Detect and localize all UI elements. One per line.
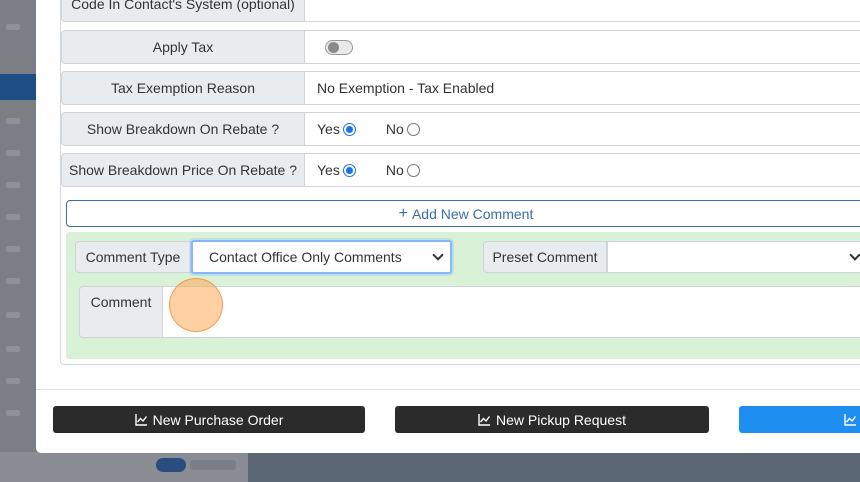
background-item [6, 312, 20, 318]
add-comment-label: Add New Comment [411, 205, 534, 222]
breakdown-price-no-radio[interactable] [406, 163, 420, 177]
background-active-item [0, 74, 36, 100]
code-label: Code In Contact's System (optional) [61, 0, 305, 22]
breakdown-price-yes-radio[interactable] [342, 163, 356, 177]
apply-tax-label: Apply Tax [61, 30, 305, 64]
background-item [6, 24, 20, 30]
comment-textarea[interactable] [162, 286, 860, 338]
chevron-down-icon [432, 249, 444, 261]
chart-line-icon [134, 413, 147, 426]
background-item [6, 378, 20, 384]
comment-type-label: Comment Type [75, 241, 191, 273]
breakdown-rebate-row: Show Breakdown On Rebate ? Yes No [61, 112, 860, 146]
new-pickup-request-label: New Pickup Request [496, 411, 626, 428]
background-footer [0, 452, 860, 482]
chart-line-icon [844, 413, 857, 426]
comment-type-value: Contact Office Only Comments [209, 249, 402, 265]
background-text [190, 460, 236, 470]
modal-body: Code In Contact's System (optional) Appl… [36, 0, 860, 389]
tax-exemption-value[interactable]: No Exemption - Tax Enabled [305, 71, 860, 105]
preset-comment-select[interactable] [607, 241, 860, 273]
breakdown-rebate-label: Show Breakdown On Rebate ? [61, 112, 305, 146]
modal-footer-divider [36, 389, 860, 390]
breakdown-rebate-no-radio[interactable] [406, 122, 420, 136]
breakdown-price-label: Show Breakdown Price On Rebate ? [61, 153, 305, 187]
new-purchase-order-label: New Purchase Order [152, 411, 284, 428]
breakdown-price-no-label: No [385, 162, 404, 178]
chart-line-icon [478, 413, 491, 426]
background-toggle [156, 458, 186, 472]
breakdown-rebate-no-label: No [385, 121, 404, 137]
background-item [6, 150, 20, 156]
background-item [6, 214, 20, 220]
add-comment-button[interactable]: + Add New Comment [66, 200, 860, 227]
code-input[interactable] [305, 0, 860, 22]
background-item [6, 182, 20, 188]
background-panel [248, 452, 860, 482]
click-indicator [169, 278, 223, 332]
apply-tax-row: Apply Tax [61, 30, 860, 64]
modal-dialog: Code In Contact's System (optional) Appl… [36, 0, 860, 453]
new-purchase-order-button[interactable]: New Purchase Order [53, 406, 365, 433]
background-item [6, 346, 20, 352]
breakdown-price-yes-label: Yes [317, 162, 340, 178]
background-item [6, 410, 20, 416]
chevron-down-icon [849, 249, 860, 261]
plus-icon: + [398, 204, 408, 222]
tax-exemption-label: Tax Exemption Reason [61, 71, 305, 105]
breakdown-rebate-yes-radio[interactable] [342, 122, 356, 136]
new-pickup-request-button[interactable]: New Pickup Request [395, 406, 709, 433]
tax-exemption-row: Tax Exemption Reason No Exemption - Tax … [61, 71, 860, 105]
breakdown-rebate-yes-label: Yes [317, 121, 340, 137]
background-item [6, 118, 20, 124]
background-sidebar [0, 0, 36, 482]
preset-comment-label: Preset Comment [483, 241, 607, 273]
code-row: Code In Contact's System (optional) [61, 0, 860, 22]
comment-type-select[interactable]: Contact Office Only Comments [191, 240, 452, 274]
background-item [6, 278, 20, 284]
breakdown-price-row: Show Breakdown Price On Rebate ? Yes No [61, 153, 860, 187]
comment-label: Comment [79, 286, 163, 338]
background-item [6, 246, 20, 252]
apply-tax-toggle[interactable] [325, 39, 353, 55]
primary-action-button[interactable] [739, 406, 860, 433]
